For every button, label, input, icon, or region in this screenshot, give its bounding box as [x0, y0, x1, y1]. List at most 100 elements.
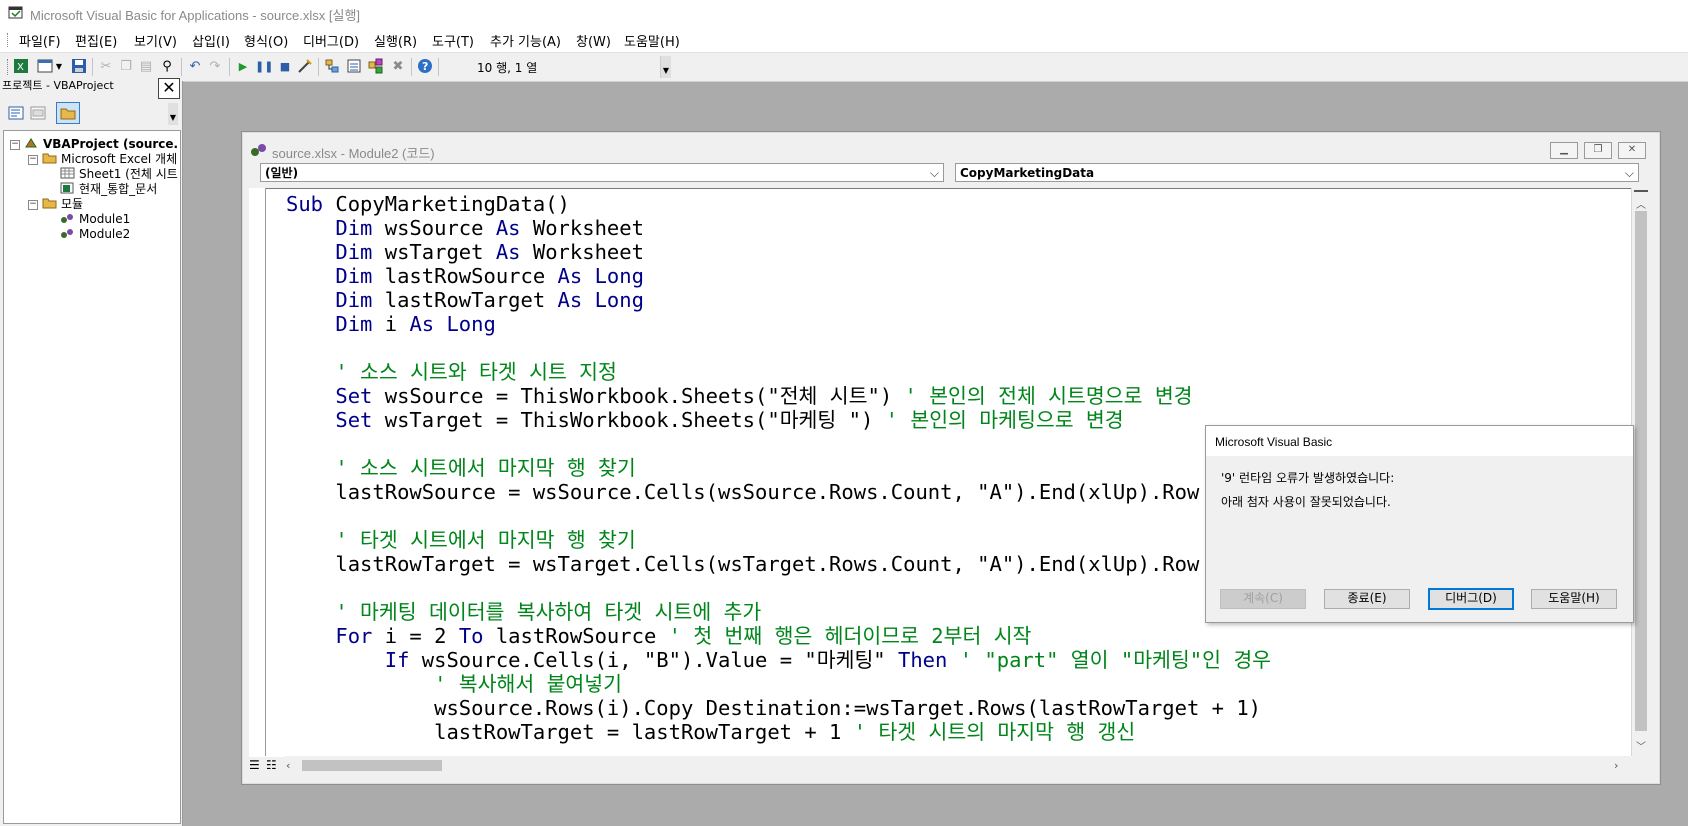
find-icon[interactable]: ⚲ [158, 58, 176, 76]
collapse-toggle[interactable]: − [10, 140, 20, 150]
menu-edit[interactable]: 편집(E) [75, 31, 117, 50]
code-line[interactable]: ' 마케팅 데이터를 복사하여 타겟 시트에 추가 [286, 600, 761, 624]
copy-icon[interactable]: ❐ [117, 58, 135, 76]
horizontal-scrollbar[interactable]: ‹ › [284, 756, 1631, 775]
menu-tools[interactable]: 도구(T) [432, 31, 474, 50]
view-excel-icon[interactable]: X [12, 58, 30, 76]
help-button[interactable]: 도움말(H) [1531, 589, 1617, 609]
tree-item-vbaproject[interactable]: VBAProject (source. [24, 136, 178, 152]
code-line[interactable]: For i = 2 To lastRowSource ' 첫 번째 행은 헤더이… [286, 624, 1031, 648]
project-panel-toolbar: ▼ [0, 101, 182, 127]
object-browser-icon[interactable] [367, 58, 385, 76]
object-combo[interactable]: (일반) ⌵ [260, 163, 944, 182]
menu-debug[interactable]: 디버그(D) [303, 31, 359, 50]
menu-help[interactable]: 도움말(H) [624, 31, 680, 50]
code-line[interactable]: Sub CopyMarketingData() [286, 192, 570, 216]
tree-item-modules[interactable]: 모듈 [42, 196, 83, 212]
menu-view[interactable]: 보기(V) [134, 31, 177, 50]
reset-icon[interactable]: ■ [276, 58, 294, 76]
menu-addins[interactable]: 추가 기능(A) [490, 31, 561, 50]
chevron-down-icon[interactable]: ﹀ [1633, 738, 1649, 753]
tree-item-workbook[interactable]: 현재_통합_문서 [60, 181, 157, 197]
undo-icon[interactable]: ↶ [186, 58, 204, 76]
code-line[interactable]: ' 소스 시트에서 마지막 행 찾기 [286, 456, 635, 480]
break-icon[interactable]: ❚❚ [255, 58, 273, 76]
design-mode-icon[interactable] [296, 58, 314, 76]
tree-label: Microsoft Excel 개체 [61, 152, 178, 166]
vertical-scroll-thumb[interactable] [1635, 211, 1647, 731]
chevron-up-icon[interactable]: ︿ [1633, 196, 1649, 211]
code-line[interactable]: ' 복사해서 붙여넣기 [286, 672, 622, 696]
horizontal-scroll-thumb[interactable] [302, 760, 442, 771]
code-comment: ' 첫 번째 행은 헤더이므로 2부터 시작 [668, 624, 1032, 648]
code-line[interactable]: lastRowSource = wsSource.Cells(wsSource.… [286, 480, 1199, 504]
code-line[interactable]: wsSource.Rows(i).Copy Destination:=wsTar… [286, 696, 1261, 720]
view-object-icon[interactable] [30, 106, 46, 120]
continue-button[interactable]: 계속(C) [1220, 589, 1306, 609]
code-line[interactable]: Dim wsSource As Worksheet [286, 216, 644, 240]
procedure-combo[interactable]: CopyMarketingData ⌵ [955, 163, 1639, 182]
insert-userform-icon[interactable] [36, 58, 54, 76]
full-module-view-icon[interactable]: ☷ [266, 756, 282, 775]
chevron-down-icon[interactable]: ⌵ [930, 164, 939, 183]
close-icon[interactable]: ✕ [158, 78, 180, 99]
menu-format[interactable]: 형식(O) [244, 31, 288, 50]
menu-window[interactable]: 창(W) [576, 31, 611, 50]
tree-item-module2[interactable]: Module2 [60, 226, 130, 242]
code-keyword: Dim [335, 288, 373, 312]
panel-options-chevron-icon[interactable]: ▼ [168, 103, 178, 125]
code-keyword: As Long [557, 288, 644, 312]
maximize-icon[interactable]: ❐ [1584, 142, 1612, 159]
chevron-down-icon[interactable]: ⌵ [1625, 164, 1634, 183]
end-button[interactable]: 종료(E) [1324, 589, 1410, 609]
properties-window-icon[interactable] [345, 58, 363, 76]
code-comment: ' 본인의 전체 시트명으로 변경 [904, 384, 1193, 408]
menu-run[interactable]: 실행(R) [374, 31, 417, 50]
code-line[interactable]: Set wsTarget = ThisWorkbook.Sheets("마케팅 … [286, 408, 1123, 432]
help-icon[interactable]: ? [416, 58, 434, 76]
worksheet-icon [60, 167, 75, 179]
code-line[interactable]: If wsSource.Cells(i, "B").Value = "마케팅" … [286, 648, 1271, 672]
toolbar-options-chevron-icon[interactable]: ▼ [660, 56, 671, 78]
code-line[interactable]: ' 소스 시트와 타겟 시트 지정 [286, 360, 617, 384]
menu-insert[interactable]: 삽입(I) [192, 31, 230, 50]
code-line[interactable]: Dim wsTarget As Worksheet [286, 240, 644, 264]
view-code-icon[interactable] [8, 106, 24, 120]
close-icon[interactable]: ✕ [1618, 142, 1646, 159]
folder-icon [42, 152, 57, 164]
run-icon[interactable]: ▶ [234, 58, 252, 76]
code-keyword: As [495, 216, 521, 240]
procedure-view-icon[interactable]: ☰ [249, 756, 265, 775]
code-line[interactable]: Dim lastRowSource As Long [286, 264, 644, 288]
code-margin[interactable] [249, 188, 266, 756]
redo-icon[interactable]: ↷ [206, 58, 224, 76]
debug-button[interactable]: 디버그(D) [1428, 588, 1514, 610]
code-line[interactable]: lastRowTarget = lastRowTarget + 1 ' 타겟 시… [286, 720, 1135, 744]
toggle-folders-icon[interactable] [56, 102, 80, 124]
code-line[interactable]: Dim lastRowTarget As Long [286, 288, 644, 312]
tree-item-module1[interactable]: Module1 [60, 211, 130, 227]
chevron-left-icon[interactable]: ‹ [286, 759, 298, 773]
minimize-icon[interactable]: ▁ [1550, 142, 1578, 159]
code-line[interactable]: Set wsSource = ThisWorkbook.Sheets("전체 시… [286, 384, 1193, 408]
procedure-combo-value: CopyMarketingData [960, 166, 1095, 180]
chevron-down-icon[interactable]: ▼ [55, 58, 63, 76]
chevron-right-icon[interactable]: › [1614, 759, 1626, 773]
code-keyword: Dim [335, 240, 373, 264]
tree-item-sheet1[interactable]: Sheet1 (전체 시트 [60, 166, 178, 182]
save-icon[interactable] [70, 58, 88, 76]
standard-toolbar: X ▼ ✂ ❐ ▤ ⚲ ↶ ↷ ▶ ❚❚ ■ ✖ ? 10 행, 1 열 ▼ [0, 52, 1688, 82]
toolbox-icon[interactable]: ✖ [389, 58, 407, 76]
cut-icon[interactable]: ✂ [97, 58, 115, 76]
collapse-toggle[interactable]: − [28, 155, 38, 165]
paste-icon[interactable]: ▤ [137, 58, 155, 76]
tree-item-excel-objects[interactable]: Microsoft Excel 개체 [42, 151, 177, 167]
code-line[interactable]: Dim i As Long [286, 312, 495, 336]
code-line[interactable]: ' 타겟 시트에서 마지막 행 찾기 [286, 528, 635, 552]
project-explorer-icon[interactable] [323, 58, 341, 76]
collapse-toggle[interactable]: − [28, 200, 38, 210]
menu-file[interactable]: 파일(F) [19, 31, 61, 50]
code-line[interactable]: lastRowTarget = wsTarget.Cells(wsTarget.… [286, 552, 1199, 576]
